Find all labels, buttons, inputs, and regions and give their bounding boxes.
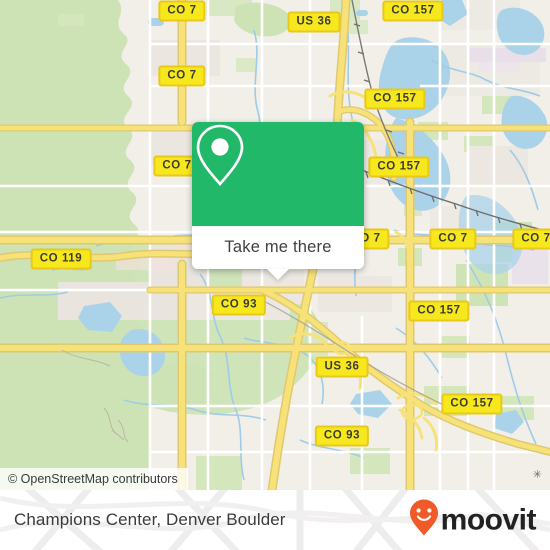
road-shield: CO 157 [364,88,426,110]
road-shield: CO 7 [158,0,206,22]
road-shield: CO 93 [314,425,370,447]
road-shield: CO 157 [441,393,503,415]
map-marker-symbol-icon: ✳ [532,469,542,481]
popup-tail-pointer [267,269,289,280]
road-shield: CO 157 [368,156,430,178]
location-popup-card[interactable]: Take me there [192,122,364,280]
page-footer: Champions Center, Denver Boulder moovit [0,490,550,550]
road-shield: CO 157 [408,300,470,322]
road-shield: CO 93 [211,294,267,316]
road-shield: CO 7 [429,228,477,250]
moovit-brand[interactable]: moovit [409,499,537,542]
moovit-wordmark: moovit [440,503,537,536]
road-shield: CO 7 [512,228,550,250]
map-screenshot: CO 7 US 36 CO 157 CO 7 CO 157 CO 157 CO 7 CO 11… [0,0,550,550]
road-shield: CO 119 [30,248,92,270]
popup-action-bar[interactable]: Take me there [192,226,364,280]
road-shield: US 36 [287,11,341,33]
moovit-smile-pin-icon [409,499,439,542]
take-me-there-label: Take me there [224,238,332,256]
map-attribution[interactable]: © OpenStreetMap contributors [0,468,188,490]
map-canvas[interactable]: CO 7 US 36 CO 157 CO 7 CO 157 CO 157 CO 7 CO 11… [0,0,550,490]
road-shield: CO 7 [158,65,206,87]
road-shield: CO 157 [382,0,444,22]
popup-header [192,122,364,226]
road-shield: US 36 [315,356,369,378]
page-title: Champions Center, Denver Boulder [14,510,286,529]
